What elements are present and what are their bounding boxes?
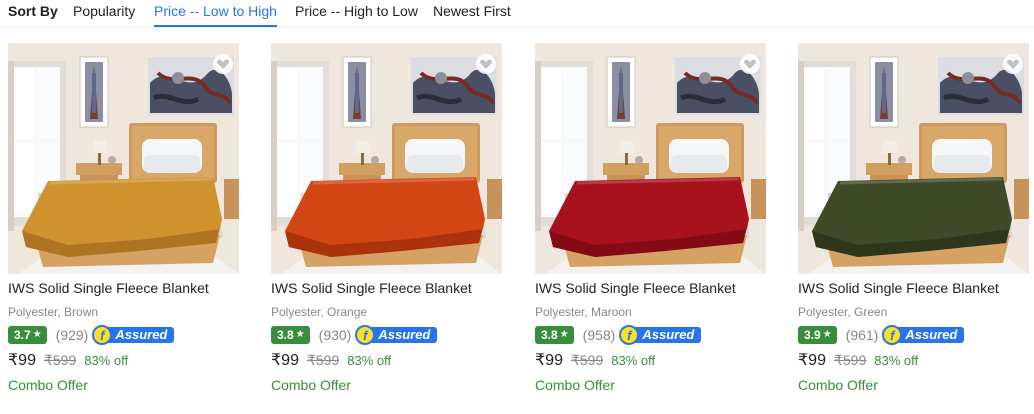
product-photo (271, 43, 502, 274)
review-count: (930) (318, 327, 352, 343)
sort-by-label: Sort By (8, 3, 58, 19)
combo-offer-link[interactable]: Combo Offer (271, 377, 351, 393)
product-photo (8, 43, 239, 274)
discount-label: 83% off (611, 353, 656, 368)
assured-label: Assured (115, 327, 168, 342)
star-icon: ★ (559, 329, 569, 340)
assured-label: Assured (642, 327, 695, 342)
product-image[interactable] (798, 43, 1029, 274)
product-photo (535, 43, 766, 274)
rating-value: 3.8 (541, 328, 558, 342)
product-subtitle: Polyester, Green (798, 305, 888, 319)
assured-badge: f Assured (92, 325, 175, 345)
rating-value: 3.8 (277, 328, 294, 342)
flipkart-f-icon: f (882, 325, 903, 345)
star-icon: ★ (295, 329, 305, 340)
product-title[interactable]: IWS Solid Single Fleece Blanket (535, 280, 736, 296)
rating-value: 3.9 (804, 328, 821, 342)
original-price: ₹599 (570, 352, 604, 368)
review-count: (958) (582, 327, 616, 343)
review-count: (929) (55, 327, 89, 343)
sort-price-high-to-low[interactable]: Price -- High to Low (295, 3, 418, 19)
original-price: ₹599 (306, 352, 340, 368)
selling-price: ₹99 (535, 352, 563, 369)
wishlist-heart-icon[interactable] (476, 54, 496, 74)
sort-popularity[interactable]: Popularity (73, 3, 135, 19)
flipkart-f-icon: f (355, 325, 376, 345)
product-card[interactable]: IWS Solid Single Fleece Blanket Polyeste… (798, 43, 1030, 403)
flipkart-f-icon: f (92, 325, 113, 345)
discount-label: 83% off (84, 353, 129, 368)
rating-row: 3.7 ★ (929) f Assured (8, 325, 175, 345)
assured-badge: f Assured (619, 325, 702, 345)
combo-offer-link[interactable]: Combo Offer (8, 377, 88, 393)
sort-price-low-to-high[interactable]: Price -- Low to High (154, 3, 277, 27)
star-icon: ★ (32, 329, 42, 340)
rating-row: 3.9 ★ (961) f Assured (798, 325, 965, 345)
selling-price: ₹99 (8, 352, 36, 369)
price-row: ₹99 ₹599 83% off (271, 350, 391, 370)
sort-bar: Sort By Popularity Price -- Low to High … (0, 0, 1034, 28)
selling-price: ₹99 (271, 352, 299, 369)
rating-badge: 3.7 ★ (8, 326, 47, 344)
assured-badge: f Assured (882, 325, 965, 345)
product-subtitle: Polyester, Maroon (535, 305, 632, 319)
assured-label: Assured (378, 327, 431, 342)
combo-offer-link[interactable]: Combo Offer (798, 377, 878, 393)
rating-badge: 3.8 ★ (535, 326, 574, 344)
original-price: ₹599 (833, 352, 867, 368)
selling-price: ₹99 (798, 352, 826, 369)
rating-badge: 3.9 ★ (798, 326, 837, 344)
combo-offer-link[interactable]: Combo Offer (535, 377, 615, 393)
rating-row: 3.8 ★ (958) f Assured (535, 325, 702, 345)
product-photo (798, 43, 1029, 274)
rating-badge: 3.8 ★ (271, 326, 310, 344)
assured-label: Assured (905, 327, 958, 342)
wishlist-heart-icon[interactable] (1003, 54, 1023, 74)
star-icon: ★ (822, 329, 832, 340)
discount-label: 83% off (874, 353, 919, 368)
product-image[interactable] (271, 43, 502, 274)
product-subtitle: Polyester, Brown (8, 305, 99, 319)
assured-badge: f Assured (355, 325, 438, 345)
sort-newest-first[interactable]: Newest First (433, 3, 511, 19)
price-row: ₹99 ₹599 83% off (535, 350, 655, 370)
price-row: ₹99 ₹599 83% off (798, 350, 918, 370)
wishlist-heart-icon[interactable] (740, 54, 760, 74)
product-subtitle: Polyester, Orange (271, 305, 368, 319)
review-count: (961) (845, 327, 879, 343)
rating-row: 3.8 ★ (930) f Assured (271, 325, 438, 345)
flipkart-f-icon: f (619, 325, 640, 345)
product-card[interactable]: IWS Solid Single Fleece Blanket Polyeste… (271, 43, 503, 403)
product-image[interactable] (535, 43, 766, 274)
product-title[interactable]: IWS Solid Single Fleece Blanket (8, 280, 209, 296)
product-title[interactable]: IWS Solid Single Fleece Blanket (798, 280, 999, 296)
original-price: ₹599 (43, 352, 77, 368)
product-card[interactable]: IWS Solid Single Fleece Blanket Polyeste… (535, 43, 767, 403)
discount-label: 83% off (347, 353, 392, 368)
rating-value: 3.7 (14, 328, 31, 342)
product-title[interactable]: IWS Solid Single Fleece Blanket (271, 280, 472, 296)
price-row: ₹99 ₹599 83% off (8, 350, 128, 370)
product-image[interactable] (8, 43, 239, 274)
product-card[interactable]: IWS Solid Single Fleece Blanket Polyeste… (8, 43, 240, 403)
wishlist-heart-icon[interactable] (213, 54, 233, 74)
